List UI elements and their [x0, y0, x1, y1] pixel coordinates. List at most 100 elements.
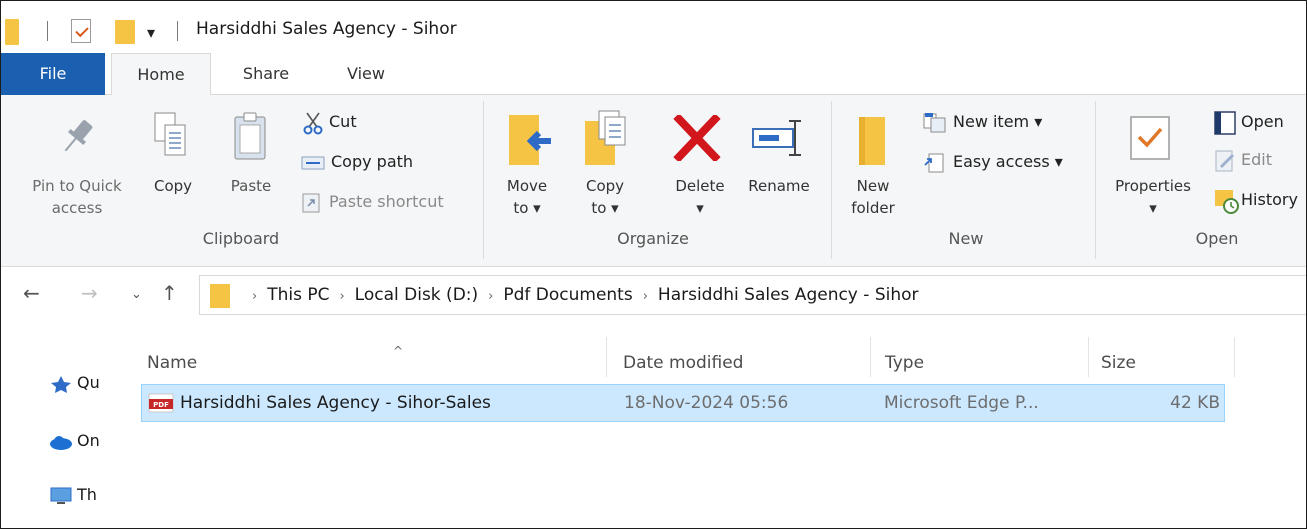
rename-button[interactable]: Rename	[739, 175, 819, 197]
properties-quick-icon[interactable]	[71, 19, 91, 43]
window-title: Harsiddhi Sales Agency - Sihor	[196, 19, 457, 39]
address-bar[interactable]: › This PC › Local Disk (D:) › Pdf Documents › H…	[199, 275, 1306, 315]
paste-shortcut-button[interactable]: Paste shortcut	[301, 189, 444, 215]
tab-home[interactable]: Home	[111, 53, 211, 96]
properties-dropdown-arrow: ▾	[1149, 199, 1157, 217]
breadcrumb-chevron-icon[interactable]: ›	[488, 289, 493, 304]
sort-ascending-icon: ^	[393, 344, 404, 358]
paste-button[interactable]: Paste	[223, 175, 279, 197]
folder-icon	[5, 19, 19, 45]
nav-item-label: On	[77, 431, 100, 450]
cut-button[interactable]: Cut	[301, 109, 357, 135]
breadcrumb-chevron-icon[interactable]: ›	[339, 289, 344, 304]
breadcrumb-chevron-icon: ›	[252, 289, 258, 304]
rename-label: Rename	[748, 177, 810, 195]
tab-share[interactable]: Share	[226, 53, 306, 95]
edit-label: Edit	[1241, 150, 1272, 169]
nav-item-label: Th	[77, 485, 97, 504]
properties-label: Properties	[1115, 177, 1191, 195]
forward-arrow-icon[interactable]: →	[81, 281, 98, 305]
open-button[interactable]: Open	[1213, 109, 1284, 135]
copy-label: Copy	[153, 177, 193, 195]
column-header-name[interactable]: ^ Name	[141, 337, 607, 377]
copy-path-icon	[301, 156, 325, 169]
column-divider[interactable]	[870, 337, 871, 377]
table-row[interactable]: PDF Harsiddhi Sales Agency - Sihor-Sales…	[141, 384, 1225, 422]
up-arrow-icon[interactable]: ↑	[161, 281, 178, 305]
copy-to-label-line2: to ▾	[591, 199, 619, 217]
delete-button[interactable]: Delete ▾	[665, 175, 735, 219]
move-to-icon	[509, 115, 551, 165]
clipboard-group-label: Clipboard	[202, 229, 280, 248]
file-name-cell[interactable]: PDF Harsiddhi Sales Agency - Sihor-Sales	[148, 385, 608, 421]
column-divider[interactable]	[1234, 337, 1235, 377]
cut-label: Cut	[329, 112, 357, 131]
breadcrumb-local-disk[interactable]: Local Disk (D:)	[355, 285, 478, 305]
edit-button[interactable]: Edit	[1213, 147, 1272, 173]
nav-item-this-pc[interactable]: Th	[49, 483, 111, 507]
column-divider[interactable]	[606, 337, 607, 377]
group-divider	[831, 101, 832, 259]
tab-file[interactable]: File	[1, 53, 105, 95]
copy-to-icon	[585, 110, 626, 165]
column-header-label: Type	[885, 353, 925, 373]
new-folder-label-line1: New	[856, 177, 890, 195]
navigation-pane: Qu On Th	[1, 323, 111, 528]
open-label: Open	[1241, 112, 1284, 131]
easy-access-button[interactable]: Easy access ▾	[923, 149, 1063, 175]
file-name: Harsiddhi Sales Agency - Sihor-Sales	[180, 393, 491, 413]
folder-icon	[210, 284, 230, 308]
tab-view[interactable]: View	[331, 53, 401, 95]
breadcrumb: › This PC › Local Disk (D:) › Pdf Documents › H…	[242, 285, 919, 305]
pin-label-line1: Pin to Quick	[32, 177, 122, 195]
type-cell: Microsoft Edge P...	[884, 393, 1039, 413]
pin-icon	[64, 120, 93, 152]
breadcrumb-pdf-documents[interactable]: Pdf Documents	[503, 285, 632, 305]
ribbon: Pin to Quick access Copy Paste Cut Copy …	[1, 95, 1306, 267]
pin-label-line2: access	[51, 199, 103, 217]
easy-access-label: Easy access ▾	[953, 152, 1063, 171]
paste-icon	[234, 112, 266, 160]
ribbon-tabs: File Home Share View	[1, 53, 1306, 96]
delete-dropdown-arrow: ▾	[696, 199, 704, 217]
date-modified-cell: 18-Nov-2024 05:56	[624, 393, 789, 413]
svg-text:PDF: PDF	[153, 401, 169, 409]
breadcrumb-this-pc[interactable]: This PC	[267, 285, 329, 305]
recent-locations-chevron-icon[interactable]: ⌄	[131, 287, 142, 302]
nav-item-quick-access[interactable]: Qu	[49, 371, 111, 395]
new-item-button[interactable]: New item ▾	[923, 109, 1042, 135]
copy-button[interactable]: Copy	[145, 175, 201, 197]
column-header-date-modified[interactable]: Date modified	[609, 337, 871, 377]
divider	[47, 21, 48, 41]
copy-to-button[interactable]: Copy to ▾	[575, 175, 635, 219]
copy-path-button[interactable]: Copy path	[301, 149, 413, 175]
new-folder-button[interactable]: New folder	[841, 175, 905, 219]
breadcrumb-chevron-icon[interactable]: ›	[643, 289, 648, 304]
open-group-label: Open	[1195, 229, 1239, 248]
column-header-label: Date modified	[623, 353, 744, 373]
properties-button[interactable]: Properties ▾	[1105, 175, 1201, 219]
star-icon	[51, 375, 71, 393]
size-cell: 42 KB	[1170, 393, 1220, 413]
copy-to-label-line1: Copy	[585, 177, 625, 195]
customize-toolbar-icon[interactable]: ▾	[147, 23, 155, 42]
delete-icon	[673, 115, 721, 161]
move-to-button[interactable]: Move to ▾	[497, 175, 557, 219]
column-header-size[interactable]: Size	[1091, 337, 1235, 377]
move-label-line1: Move	[506, 177, 548, 195]
column-header-type[interactable]: Type	[873, 337, 1089, 377]
column-header-label: Size	[1101, 353, 1136, 373]
new-folder-quick-icon[interactable]	[115, 20, 135, 44]
column-divider[interactable]	[1088, 337, 1089, 377]
nav-item-onedrive[interactable]: On	[49, 429, 111, 453]
history-button[interactable]: History	[1213, 187, 1298, 214]
pin-to-quick-access-button[interactable]: Pin to Quick access	[15, 175, 139, 219]
back-arrow-icon[interactable]: ←	[23, 281, 40, 305]
easy-access-icon	[924, 153, 944, 172]
history-icon	[1215, 189, 1239, 214]
breadcrumb-current-folder[interactable]: Harsiddhi Sales Agency - Sihor	[658, 285, 919, 305]
properties-icon	[1130, 116, 1170, 160]
rename-icon	[752, 120, 801, 156]
open-icon	[1214, 110, 1236, 135]
new-folder-label-line2: folder	[851, 199, 895, 217]
